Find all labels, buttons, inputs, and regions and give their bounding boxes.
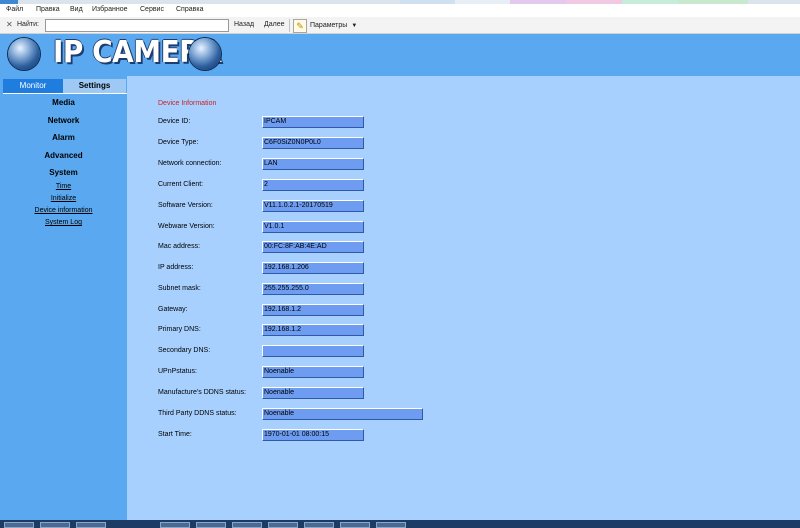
find-input[interactable]: [45, 19, 229, 32]
field-value-subnet-mask: 255.255.255.0: [262, 283, 364, 295]
field-label-mac-address: Mac address:: [158, 243, 201, 250]
field-value-gateway: 192.168.1.2: [262, 304, 364, 316]
taskbar-button[interactable]: [40, 522, 70, 528]
field-value-network-connection: LAN: [262, 158, 364, 170]
sidebar: Monitor Settings Media Network Alarm Adv…: [0, 76, 127, 520]
globe-icon: [8, 38, 40, 70]
field-label-webware-version: Webware Version:: [158, 223, 215, 230]
taskbar-button[interactable]: [4, 522, 34, 528]
field-label-device-type: Device Type:: [158, 139, 199, 146]
menu-view[interactable]: Вид: [70, 6, 83, 13]
field-value-mac-address: 00:FC:8F:AB:4E:AD: [262, 241, 364, 253]
menu-help[interactable]: Справка: [176, 6, 203, 13]
pencil-icon: ✎: [293, 18, 307, 33]
find-bar: ✕ Найти: Назад Далее ✎ Параметры ▼: [0, 17, 800, 34]
section-title: Device Information: [158, 100, 217, 107]
taskbar-button[interactable]: [376, 522, 406, 528]
taskbar-button[interactable]: [196, 522, 226, 528]
find-previous-button[interactable]: Назад: [234, 21, 254, 28]
sidebar-item-alarm[interactable]: Alarm: [0, 133, 127, 142]
sidebar-subitem-device-information[interactable]: Device information: [0, 207, 127, 214]
field-label-upnp-status: UPnPstatus:: [158, 368, 197, 375]
sidebar-item-media[interactable]: Media: [0, 98, 127, 107]
tab-settings[interactable]: Settings: [63, 79, 126, 93]
field-value-primary-dns: 192.168.1.2: [262, 324, 364, 336]
chevron-down-icon: ▼: [351, 22, 358, 29]
field-label-network-connection: Network connection:: [158, 160, 222, 167]
find-next-button[interactable]: Далее: [264, 21, 285, 28]
field-label-gateway: Gateway:: [158, 306, 188, 313]
taskbar-button[interactable]: [232, 522, 262, 528]
close-icon[interactable]: ✕: [6, 20, 13, 29]
find-options-label: Параметры: [310, 22, 348, 29]
field-label-primary-dns: Primary DNS:: [158, 326, 201, 333]
field-value-device-id: IPCAM: [262, 116, 364, 128]
taskbar-button[interactable]: [268, 522, 298, 528]
sidebar-subitem-initialize[interactable]: Initialize: [0, 195, 127, 202]
browser-menubar: Файл Правка Вид Избранное Сервис Справка: [0, 4, 800, 17]
tab-monitor[interactable]: Monitor: [3, 79, 63, 93]
tab-divider: [3, 93, 127, 94]
sidebar-item-advanced[interactable]: Advanced: [0, 151, 127, 160]
menu-tools[interactable]: Сервис: [140, 6, 164, 13]
find-options-button[interactable]: ✎ Параметры ▼: [293, 18, 357, 33]
field-label-third-party-ddns-status: Third Party DDNS status:: [158, 410, 237, 417]
menu-file[interactable]: Файл: [6, 6, 23, 13]
sidebar-item-network[interactable]: Network: [0, 116, 127, 125]
menu-edit[interactable]: Правка: [36, 6, 60, 13]
field-label-start-time: Start Time:: [158, 431, 192, 438]
field-value-current-client: 2: [262, 179, 364, 191]
device-information-panel: Device Information Device ID: IPCAM Devi…: [127, 76, 800, 520]
field-label-software-version: Software Version:: [158, 202, 213, 209]
field-value-device-type: C6F0SiZ0N0P0L0: [262, 137, 364, 149]
sidebar-subitem-time[interactable]: Time: [0, 183, 127, 190]
field-label-device-id: Device ID:: [158, 118, 191, 125]
find-label: Найти:: [17, 21, 39, 28]
ip-camera-app: IP CAMERA Monitor Settings Media Network…: [0, 34, 800, 520]
field-value-start-time: 1970-01-01 08:00:15: [262, 429, 364, 441]
sidebar-item-system[interactable]: System: [0, 168, 127, 177]
field-label-subnet-mask: Subnet mask:: [158, 285, 201, 292]
field-label-manufacturer-ddns-status: Manufacture's DDNS status:: [158, 389, 247, 396]
menu-favorites[interactable]: Избранное: [92, 6, 127, 13]
taskbar-button[interactable]: [160, 522, 190, 528]
field-label-secondary-dns: Secondary DNS:: [158, 347, 211, 354]
field-value-third-party-ddns-status: Noenable: [262, 408, 423, 420]
header-banner: IP CAMERA: [0, 34, 800, 76]
field-label-ip-address: IP address:: [158, 264, 194, 271]
field-label-current-client: Current Client:: [158, 181, 204, 188]
sidebar-subitem-system-log[interactable]: System Log: [0, 219, 127, 226]
field-value-secondary-dns: [262, 345, 364, 357]
taskbar-button[interactable]: [76, 522, 106, 528]
field-value-upnp-status: Noenable: [262, 366, 364, 378]
field-value-software-version: V11.1.0.2.1-20170519: [262, 200, 364, 212]
field-value-webware-version: V1.0.1: [262, 221, 364, 233]
field-value-ip-address: 192.168.1.206: [262, 262, 364, 274]
field-value-manufacturer-ddns-status: Noenable: [262, 387, 364, 399]
globe-icon: [189, 38, 221, 70]
taskbar-button[interactable]: [304, 522, 334, 528]
taskbar-button[interactable]: [340, 522, 370, 528]
taskbar: [0, 520, 800, 528]
toolbar-separator: [289, 19, 290, 32]
